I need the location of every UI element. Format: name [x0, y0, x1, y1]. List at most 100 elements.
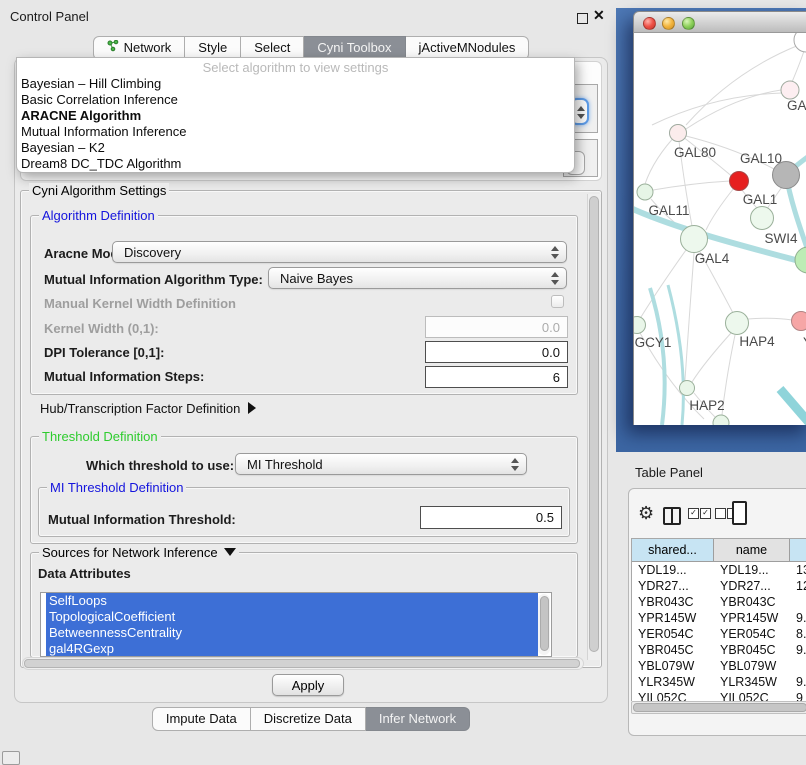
network-edge[interactable] [650, 288, 665, 425]
mi-type-label: Mutual Information Algorithm Type: [44, 272, 263, 287]
attributes-scrollbar-thumb[interactable] [540, 596, 549, 651]
network-edge[interactable] [706, 188, 734, 230]
algorithm-popup-item[interactable]: Bayesian – Hill Climbing [17, 76, 574, 92]
tab-cyni-toolbox-label: Cyni Toolbox [317, 37, 391, 59]
algorithm-popup-item[interactable]: Dream8 DC_TDC Algorithm [17, 156, 574, 172]
close-icon[interactable]: ✕ [593, 7, 605, 24]
network-edge[interactable] [748, 318, 792, 320]
close-traffic-light-icon[interactable] [643, 17, 656, 30]
network-edge[interactable] [653, 181, 730, 190]
network-edge[interactable] [692, 333, 731, 382]
data-attribute-item[interactable]: gal4RGexp [46, 641, 538, 657]
network-edge[interactable] [792, 51, 804, 82]
column-layout-icon[interactable] [663, 507, 681, 525]
table-row[interactable]: YBR043CYBR043C [632, 594, 806, 610]
table-row[interactable]: YIL052CYIL052C9 [632, 690, 806, 701]
network-window[interactable]: GALGAL80GAL10GAL1GAL11GAL4SWI4GCY1HAP4YH… [633, 11, 806, 425]
algorithm-popup-item[interactable]: Bayesian – K2 [17, 140, 574, 156]
network-edge[interactable] [641, 250, 686, 317]
network-graph[interactable]: GALGAL80GAL10GAL1GAL11GAL4SWI4GCY1HAP4YH… [634, 33, 806, 425]
table-row[interactable]: YLR345WYLR345W9. [632, 674, 806, 690]
network-node[interactable] [781, 81, 799, 99]
settings-vscrollbar-thumb[interactable] [589, 196, 599, 652]
network-node[interactable] [680, 381, 695, 396]
data-attribute-item[interactable]: BetweennessCentrality [46, 625, 538, 641]
mi-steps-label: Mutual Information Steps: [44, 369, 204, 384]
table-row[interactable]: YDL19...YDL19...13 [632, 562, 806, 578]
dpi-tolerance-field[interactable]: 0.0 [425, 341, 568, 363]
zoom-traffic-light-icon[interactable] [682, 17, 695, 30]
network-node[interactable] [713, 415, 729, 425]
data-attributes-list[interactable]: SelfLoopsTopologicalCoefficientBetweenne… [40, 592, 552, 657]
network-node[interactable] [795, 247, 806, 273]
network-window-titlebar[interactable] [633, 11, 806, 33]
gear-icon[interactable]: ⚙ [638, 504, 654, 522]
manual-kernel-checkbox[interactable] [551, 295, 564, 308]
table-row[interactable]: YBL079WYBL079W [632, 658, 806, 674]
import-table-icon[interactable] [732, 501, 747, 525]
network-view[interactable]: GALGAL80GAL10GAL1GAL11GAL4SWI4GCY1HAP4YH… [633, 33, 806, 425]
network-node[interactable] [637, 184, 653, 200]
data-attribute-item[interactable]: TopologicalCoefficient [46, 609, 538, 625]
settings-hscrollbar-thumb[interactable] [24, 659, 580, 668]
tab-select-label: Select [254, 37, 290, 59]
network-edge[interactable] [780, 389, 806, 425]
select-all-checkbox-icon[interactable]: ✓ [700, 508, 711, 519]
network-node[interactable] [726, 312, 749, 335]
network-node[interactable] [794, 33, 806, 52]
threshold-definition-title: Threshold Definition [39, 429, 161, 444]
network-node-label: GAL10 [740, 151, 782, 166]
select-all-checkbox-icon[interactable]: ✓ [688, 508, 699, 519]
table-row[interactable]: YDR27...YDR27...12 [632, 578, 806, 594]
data-attribute-item[interactable]: SelfLoops [46, 593, 538, 609]
network-node-label: GCY1 [635, 335, 672, 350]
control-panel-title: Control Panel [10, 9, 89, 24]
table-column-header[interactable]: name [714, 539, 790, 562]
table-cell: YDR27... [632, 578, 714, 594]
stepper-arrows-icon [577, 106, 585, 119]
network-node[interactable] [670, 125, 687, 142]
network-edge[interactable] [668, 285, 683, 425]
table-cell: YER054C [714, 626, 790, 642]
which-threshold-combo[interactable]: MI Threshold [235, 453, 527, 475]
tab-impute-data[interactable]: Impute Data [152, 707, 251, 731]
algorithm-popup-item[interactable]: Basic Correlation Inference [17, 92, 574, 108]
mi-steps-field[interactable]: 6 [425, 366, 568, 388]
network-node[interactable] [730, 172, 749, 191]
mi-threshold-field[interactable]: 0.5 [420, 506, 562, 529]
float-window-icon[interactable] [577, 13, 588, 24]
hub-definition-label: Hub/Transcription Factor Definition [40, 401, 240, 416]
table-column-header[interactable]: shared... [632, 539, 714, 562]
kernel-width-field[interactable]: 0.0 [425, 316, 568, 338]
minimize-traffic-light-icon[interactable] [662, 17, 675, 30]
table-column-header[interactable]: A [790, 539, 806, 562]
mi-type-combo[interactable]: Naive Bayes [268, 267, 567, 289]
network-node[interactable] [634, 317, 646, 334]
data-attributes-label: Data Attributes [38, 566, 131, 581]
hub-definition-toggle[interactable]: Hub/Transcription Factor Definition [40, 401, 256, 416]
apply-button[interactable]: Apply [272, 674, 344, 696]
sources-group-title[interactable]: Sources for Network Inference [39, 545, 239, 560]
which-threshold-value: MI Threshold [247, 457, 323, 472]
table-row[interactable]: YPR145WYPR145W9. [632, 610, 806, 626]
control-panel: Control Panel ✕ Network Style Select Cyn… [0, 0, 616, 762]
table-row[interactable]: YBR045CYBR045C9. [632, 642, 806, 658]
deselect-all-checkbox-icon[interactable] [715, 508, 726, 519]
table-cell: YBR045C [632, 642, 714, 658]
settings-group-title: Cyni Algorithm Settings [29, 183, 169, 198]
tab-discretize-data[interactable]: Discretize Data [251, 707, 366, 731]
network-node[interactable] [751, 207, 774, 230]
table-hscrollbar-thumb[interactable] [633, 703, 806, 712]
network-node[interactable] [681, 226, 708, 253]
network-node-label: SWI4 [764, 231, 797, 246]
table-row[interactable]: YER054CYER054C8. [632, 626, 806, 642]
table-cell: YDL19... [632, 562, 714, 578]
algorithm-popup-item[interactable]: Mutual Information Inference [17, 124, 574, 140]
algorithm-popup-item[interactable]: ARACNE Algorithm [17, 108, 574, 124]
node-table[interactable]: shared...nameA YDL19...YDL19...13YDR27..… [631, 538, 806, 701]
network-node[interactable] [792, 312, 806, 331]
tab-infer-network[interactable]: Infer Network [366, 707, 470, 731]
aracne-mode-combo[interactable]: Discovery [112, 241, 567, 263]
collapsed-panel-button[interactable] [2, 751, 20, 765]
network-edge[interactable] [652, 93, 782, 125]
